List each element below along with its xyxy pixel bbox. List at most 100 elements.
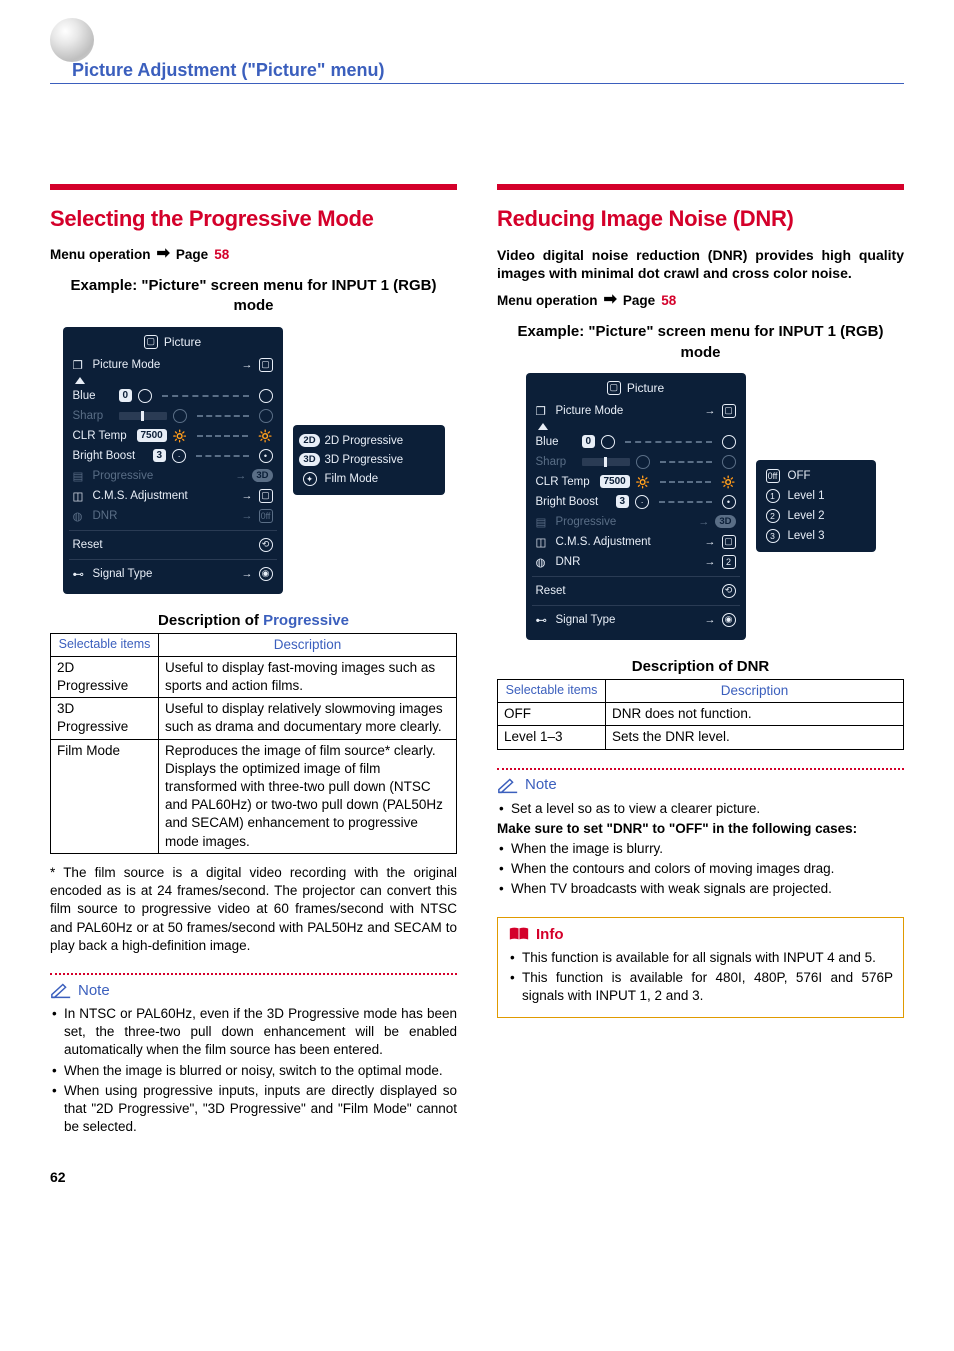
slider-knob-icon [636, 455, 650, 469]
note-pen-icon [497, 776, 519, 794]
page-header: Picture Adjustment ("Picture" menu) [50, 20, 904, 84]
slider-handle [604, 457, 607, 467]
table-row: 3D Progressive Useful to display relativ… [51, 698, 457, 739]
menu-operation-label: Menu operation [50, 247, 151, 262]
osd-row-label: CLR Temp [536, 476, 594, 488]
submenu-icon: ▢ [722, 535, 736, 549]
table-cell-key: 2D Progressive [51, 656, 159, 697]
dnr-table: Selectable items Description OFF DNR doe… [497, 679, 904, 750]
table-header-items: Selectable items [51, 633, 159, 656]
osd-row-bright-boost: Bright Boost 3 · • [532, 492, 740, 512]
note-label: Note [78, 982, 110, 999]
note-sub-list: When the image is blurry. When the conto… [497, 840, 904, 899]
level3-icon: 3 [764, 529, 782, 543]
signal-icon: ⊷ [73, 567, 87, 581]
option-label: Level 3 [788, 530, 825, 542]
option-level-3: 3 Level 3 [764, 526, 868, 546]
info-box: Info This function is available for all … [497, 917, 904, 1019]
arrow-right-icon: → [705, 614, 716, 626]
bright-icon: • [722, 495, 736, 509]
badge-3d: 3D [252, 469, 272, 482]
table-header-row: Selectable items Description [51, 633, 457, 656]
arrow-right-icon: → [705, 556, 716, 568]
thermometer-icon: 🔆 [173, 429, 187, 443]
slider-knob-icon [722, 435, 736, 449]
info-list: This function is available for all signa… [508, 949, 893, 1006]
arrow-right-icon: → [242, 359, 253, 371]
example-caption: Example: "Picture" screen menu for INPUT… [64, 276, 443, 317]
footnote-text: The film source is a digital video recor… [50, 865, 457, 953]
slider-track-icon [660, 481, 711, 483]
table-header-desc: Description [606, 679, 904, 702]
osd-row-label: Bright Boost [73, 450, 147, 462]
slider-knob-icon [138, 389, 152, 403]
header-orb-decoration [50, 18, 94, 62]
osd-row-dnr: ◍ DNR → 2 [532, 552, 740, 572]
arrow-right-icon: → [242, 568, 253, 580]
bright-icon: • [259, 449, 273, 463]
option-label: Film Mode [325, 473, 379, 485]
slider-track-icon [197, 435, 248, 437]
osd-title: ▢ Picture [532, 379, 740, 401]
osd-row-icon: ❐ [536, 404, 550, 418]
osd-title-text: Picture [627, 381, 664, 395]
slider-track [119, 412, 167, 420]
table-caption-highlight: Progressive [263, 612, 349, 629]
film-mode-icon: ✦ [301, 472, 319, 486]
osd-row-label: Signal Type [556, 614, 699, 626]
menu-operation-page-word: Page [176, 247, 208, 262]
value-pill: 3 [616, 495, 630, 508]
section-heading-progressive: Selecting the Progressive Mode [50, 206, 457, 232]
left-column: Selecting the Progressive Mode Menu oper… [50, 184, 457, 1139]
table-cell-val: Useful to display fast-moving images suc… [159, 656, 457, 697]
thermometer-icon: 🔆 [721, 475, 735, 489]
submenu-icon: ▢ [259, 489, 273, 503]
osd-row-blue: Blue 0 [69, 386, 277, 406]
osd-row-label: Sharp [536, 456, 576, 468]
section-heading-dnr: Reducing Image Noise (DNR) [497, 206, 904, 232]
menu-operation-ref: Menu operation ➡ Page 58 [50, 246, 457, 262]
slider-track-icon [196, 455, 248, 457]
value-pill: 3 [153, 449, 167, 462]
osd-row-reset: Reset ⟲ [69, 535, 277, 555]
osd-title: ▢ Picture [69, 333, 277, 355]
arrow-right-icon: → [242, 510, 253, 522]
table-cell-val: Useful to display relatively slowmoving … [159, 698, 457, 739]
dim-icon: · [172, 449, 186, 463]
osd-row-blue: Blue 0 [532, 432, 740, 452]
osd-row-signal-type: ⊷ Signal Type → ◉ [69, 564, 277, 584]
osd-row-sharp: Sharp [69, 406, 277, 426]
option-label: Level 2 [788, 510, 825, 522]
osd-row-label: CLR Temp [73, 430, 131, 442]
table-caption-prefix: Description of [158, 612, 263, 629]
thermometer-icon: 🔆 [258, 429, 272, 443]
osd-row-bright-boost: Bright Boost 3 · • [69, 446, 277, 466]
footnote-film-source: * The film source is a digital video rec… [50, 864, 457, 955]
osd-row-progressive: ▤ Progressive → 3D [532, 512, 740, 532]
osd-row-label: Picture Mode [556, 405, 699, 417]
osd-row-clr-temp: CLR Temp 7500 🔆 🔆 [532, 472, 740, 492]
section-accent-bar [50, 184, 457, 190]
menu-operation-page-number: 58 [214, 247, 229, 262]
dnr-icon: ◍ [73, 509, 87, 523]
submenu-icon: 0ff [259, 509, 273, 523]
note-item: When the contours and colors of moving i… [497, 860, 904, 878]
table-cell-val: DNR does not function. [606, 703, 904, 726]
osd-separator [69, 559, 277, 560]
note-header: Note [50, 981, 457, 999]
slider-knob-icon [601, 435, 615, 449]
note-header: Note [497, 776, 904, 794]
submenu-icon: 2 [722, 555, 736, 569]
osd-row-label: Progressive [556, 516, 693, 528]
menu-operation-page-number: 58 [661, 293, 676, 308]
table-cell-key: Level 1–3 [498, 726, 606, 749]
osd-row-progressive: ▤ Progressive → 3D [69, 466, 277, 486]
osd-row-clr-temp: CLR Temp 7500 🔆 🔆 [69, 426, 277, 446]
table-caption-progressive: Description of Progressive [50, 612, 457, 629]
footnote-star: * [50, 865, 63, 880]
osd-row-label: Reset [73, 539, 253, 551]
osd-and-options: ▢ Picture ❐ Picture Mode → ▢ Blue 0 [497, 373, 904, 640]
badge-2d-icon: 2D [301, 434, 319, 447]
value-pill: 0 [119, 389, 133, 402]
picture-icon: ▢ [144, 335, 158, 349]
